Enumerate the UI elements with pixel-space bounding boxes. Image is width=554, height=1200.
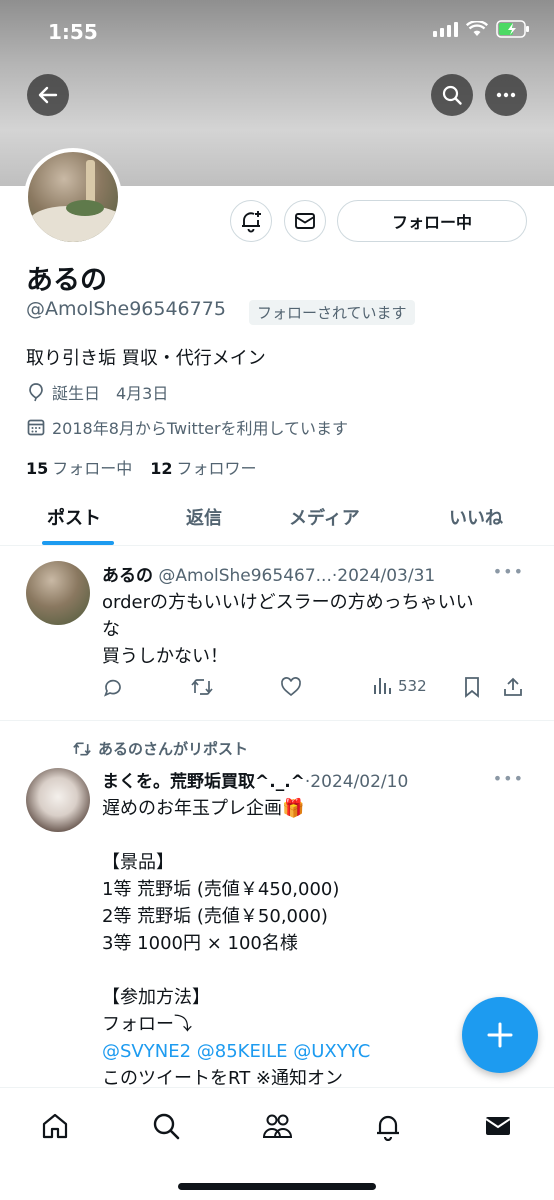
post-header: あるの @AmolShe965467...·2024/03/31 xyxy=(102,561,435,586)
following-button[interactable]: フォロー中 xyxy=(337,200,527,242)
profile-handle: @AmolShe96546775 xyxy=(26,298,226,320)
profile-name: あるの xyxy=(26,265,107,296)
post-line xyxy=(102,957,522,984)
reply-icon xyxy=(103,679,121,697)
post-line: 遅めのお年玉プレ企画🎁 xyxy=(102,798,305,819)
repost-icon xyxy=(73,741,91,756)
post-avatar[interactable] xyxy=(26,561,90,625)
joined-text: 2018年8月からTwitterを利用しています xyxy=(52,419,349,438)
nav-messages[interactable] xyxy=(478,1106,518,1146)
post-avatar[interactable] xyxy=(26,768,90,832)
back-button[interactable] xyxy=(27,74,69,116)
following-count: 15 xyxy=(26,459,49,478)
post-handle-date: ·2024/02/10 xyxy=(304,772,409,792)
follow-stats: 15 フォロー中 12 フォロワー xyxy=(26,455,257,479)
nav-communities[interactable] xyxy=(257,1106,297,1146)
search-icon xyxy=(442,85,462,105)
birthday-row: 誕生日 4月3日 xyxy=(26,380,168,404)
plus-icon xyxy=(487,1022,513,1048)
status-bar: 1:55 xyxy=(0,0,554,70)
post-handle-date: @AmolShe965467...·2024/03/31 xyxy=(158,566,436,586)
tab-likes[interactable]: いいね xyxy=(449,504,503,530)
repost-label-text: あるのさんがリポスト xyxy=(98,740,249,758)
followers-label: フォロワー xyxy=(176,459,257,478)
home-icon xyxy=(42,1113,68,1139)
status-time: 1:55 xyxy=(48,20,98,44)
notifications-button[interactable] xyxy=(230,200,272,242)
bookmark-button[interactable] xyxy=(462,676,482,698)
following-label: フォロー中 xyxy=(52,459,133,478)
profile-avatar[interactable] xyxy=(24,148,122,246)
following-link[interactable]: 15 フォロー中 xyxy=(26,455,132,479)
post-divider xyxy=(0,720,554,721)
views-count: 532 xyxy=(398,677,427,695)
post-text: 遅めのお年玉プレ企画🎁 【景品】 1等 荒野垢 (売値￥450,000) 2等 … xyxy=(102,795,522,1092)
message-button[interactable] xyxy=(284,200,326,242)
followers-link[interactable]: 12 フォロワー xyxy=(150,455,256,479)
post-header: まくを。荒野垢買取^._.^·2024/02/10 xyxy=(102,767,408,792)
post-mentions-line[interactable]: @SVYNE2 @85KEILE @UXYYC xyxy=(102,1038,522,1065)
people-icon xyxy=(262,1114,293,1138)
nav-search[interactable] xyxy=(146,1106,186,1146)
post-actions: 532 xyxy=(102,676,527,708)
envelope-icon xyxy=(295,213,315,229)
more-button[interactable] xyxy=(485,74,527,116)
nav-home[interactable] xyxy=(35,1106,75,1146)
post-line: 【参加方法】 xyxy=(102,987,210,1008)
post-line: 1等 荒野垢 (売値￥450,000) xyxy=(102,879,340,900)
post-line: 【景品】 xyxy=(102,852,174,873)
share-button[interactable] xyxy=(502,676,524,698)
repost-icon xyxy=(191,679,213,695)
reply-button[interactable] xyxy=(102,676,124,698)
views-chart-icon xyxy=(374,678,391,694)
calendar-icon xyxy=(27,419,45,436)
post-line: 2等 荒野垢 (売値￥50,000) xyxy=(102,906,328,927)
nav-notifications[interactable] xyxy=(368,1106,408,1146)
post-author-name[interactable]: まくを。荒野垢買取^._.^ xyxy=(102,772,305,792)
compose-button[interactable] xyxy=(462,997,538,1073)
bell-plus-icon xyxy=(242,211,261,233)
repost-indicator: あるのさんがリポスト xyxy=(72,738,248,759)
active-tab-indicator xyxy=(42,541,114,545)
share-icon xyxy=(504,677,522,696)
home-indicator xyxy=(178,1183,376,1190)
balloon-icon xyxy=(29,383,43,402)
like-button[interactable] xyxy=(280,676,302,698)
heart-icon xyxy=(281,677,301,697)
follows-you-badge: フォローされています xyxy=(249,300,415,325)
followers-count: 12 xyxy=(150,459,173,478)
bookmark-icon xyxy=(465,677,479,698)
envelope-icon xyxy=(485,1117,511,1135)
bell-icon xyxy=(377,1115,399,1141)
arrow-left-icon xyxy=(38,86,58,104)
more-icon xyxy=(496,92,516,98)
tab-posts[interactable]: ポスト xyxy=(47,504,101,530)
tab-replies[interactable]: 返信 xyxy=(186,504,222,530)
profile-tabs: ポスト 返信 メディア いいね xyxy=(0,494,554,546)
birthday-text: 誕生日 4月3日 xyxy=(52,384,169,403)
post-line xyxy=(102,822,522,849)
post-text: orderの方もいいけどスラーの方めっちゃいい な 買うしかない！ xyxy=(102,589,522,670)
wifi-icon xyxy=(466,21,488,36)
post-line: フォロー⤵ xyxy=(102,1014,192,1035)
tab-media[interactable]: メディア xyxy=(289,504,360,530)
post-more-icon[interactable]: ••• xyxy=(493,562,524,581)
battery-icon xyxy=(496,20,529,38)
avatar-detail xyxy=(66,200,104,216)
status-icons xyxy=(433,20,530,38)
search-button[interactable] xyxy=(431,74,473,116)
post-author-name[interactable]: あるの xyxy=(102,566,153,586)
post-line: orderの方もいいけどスラーの方めっちゃいい xyxy=(102,592,474,613)
signal-icon xyxy=(433,21,458,37)
profile-bio: 取り引き垢 買収・代行メイン xyxy=(26,348,266,369)
joined-row: 2018年8月からTwitterを利用しています xyxy=(26,415,348,439)
views-button[interactable]: 532 xyxy=(372,676,427,696)
post-line: 買うしかない！ xyxy=(102,646,228,667)
post-more-icon[interactable]: ••• xyxy=(493,769,524,788)
post-line: な xyxy=(102,619,120,640)
repost-button[interactable] xyxy=(190,676,214,698)
search-icon xyxy=(153,1113,180,1140)
post-line: 3等 1000円 × 100名様 xyxy=(102,933,298,954)
